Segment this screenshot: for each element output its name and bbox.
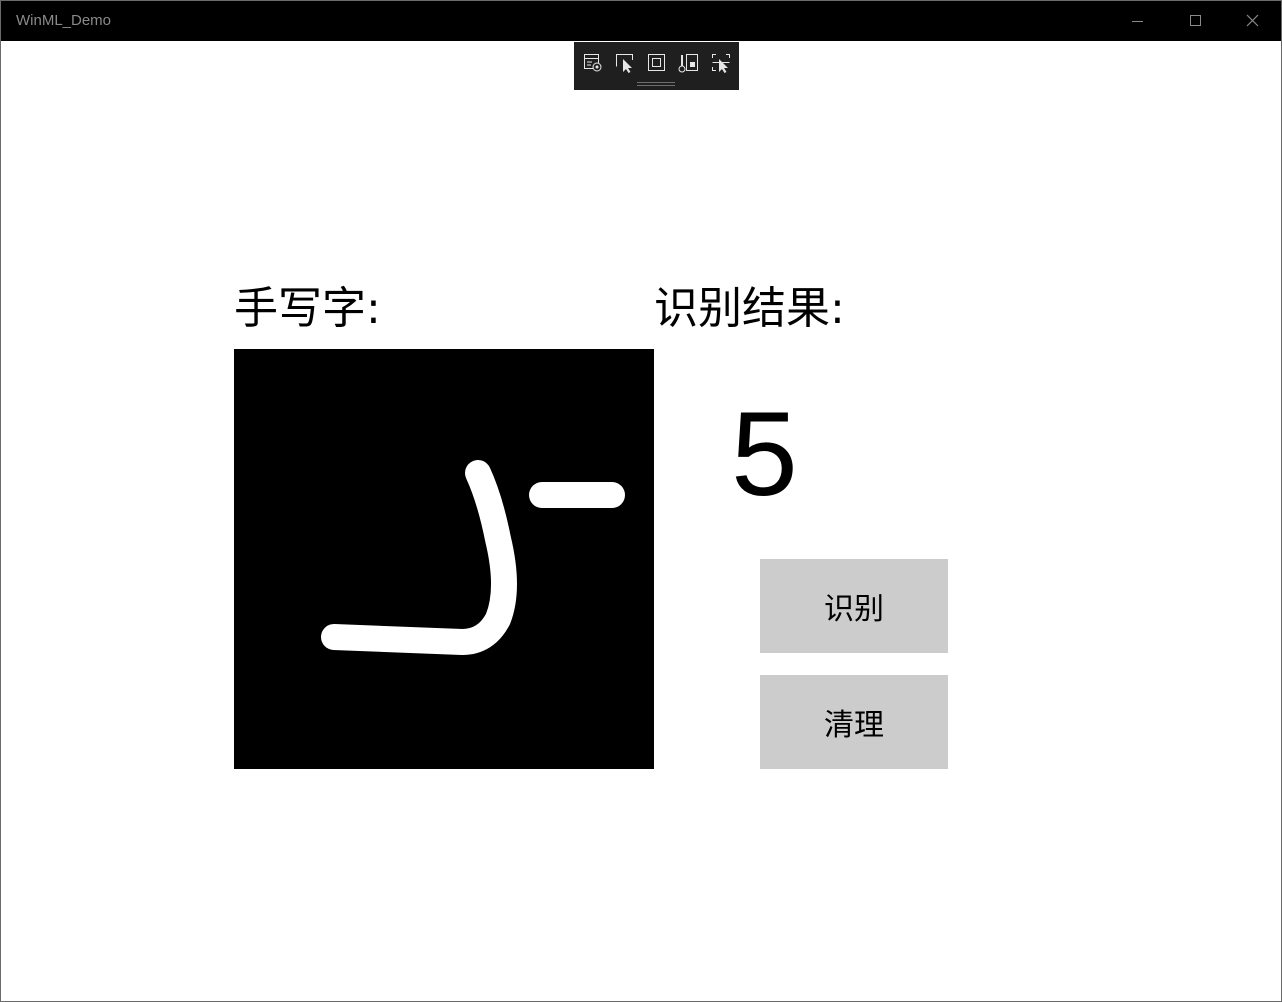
select-element-icon [616, 54, 633, 73]
title-bar[interactable]: WinML_Demo [1, 1, 1281, 41]
ink-stroke [321, 460, 517, 655]
track-focus-button[interactable] [678, 52, 700, 74]
element-picker-icon [712, 54, 730, 73]
toolbar-drag-handle[interactable] [637, 82, 675, 86]
window-title: WinML_Demo [16, 12, 112, 29]
track-focus-icon [678, 54, 698, 73]
maximize-icon [1190, 15, 1201, 26]
minimize-button[interactable] [1115, 1, 1161, 41]
live-visual-tree-icon [584, 54, 602, 72]
display-layout-adorners-button[interactable] [646, 52, 668, 74]
recognize-button[interactable]: 识别 [760, 559, 948, 653]
clear-button[interactable]: 清理 [760, 675, 948, 769]
element-picker-button[interactable] [710, 52, 732, 74]
live-visual-tree-button[interactable] [582, 52, 604, 74]
ink-strokes [321, 460, 625, 655]
app-window: WinML_Demo 手写字: 识别结果: 5 识别 清理 [0, 0, 1282, 1002]
xaml-debug-toolbar [574, 42, 739, 90]
close-icon [1246, 14, 1259, 27]
result-label: 识别结果: [654, 283, 845, 334]
handwriting-label: 手写字: [234, 283, 381, 334]
select-element-button[interactable] [614, 52, 636, 74]
minimize-icon [1132, 21, 1143, 22]
ink-canvas[interactable] [234, 349, 654, 769]
maximize-button[interactable] [1171, 1, 1217, 41]
close-button[interactable] [1229, 1, 1275, 41]
recognition-result: 5 [731, 387, 798, 521]
display-layout-adorners-icon [648, 54, 665, 71]
